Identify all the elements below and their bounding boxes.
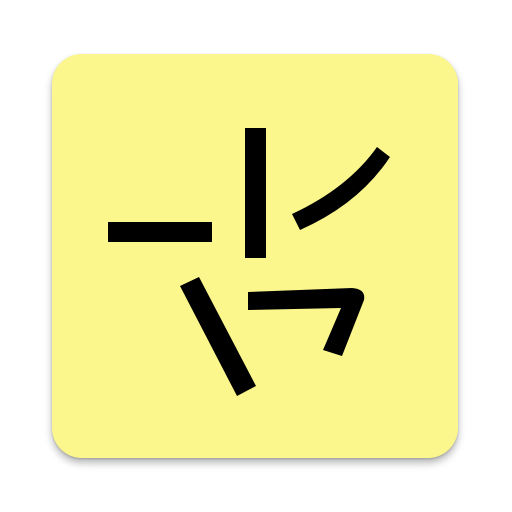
stroke-hook-bottom-right [248, 288, 365, 356]
stroke-diagonal-bottom-left [180, 277, 256, 396]
scattered-strokes-glyph-icon [108, 128, 390, 396]
stroke-vertical-center [245, 128, 266, 258]
app-icon-canvas [0, 0, 512, 512]
stroke-horizontal-left [108, 222, 212, 242]
stroke-curve-top-right [292, 147, 390, 230]
